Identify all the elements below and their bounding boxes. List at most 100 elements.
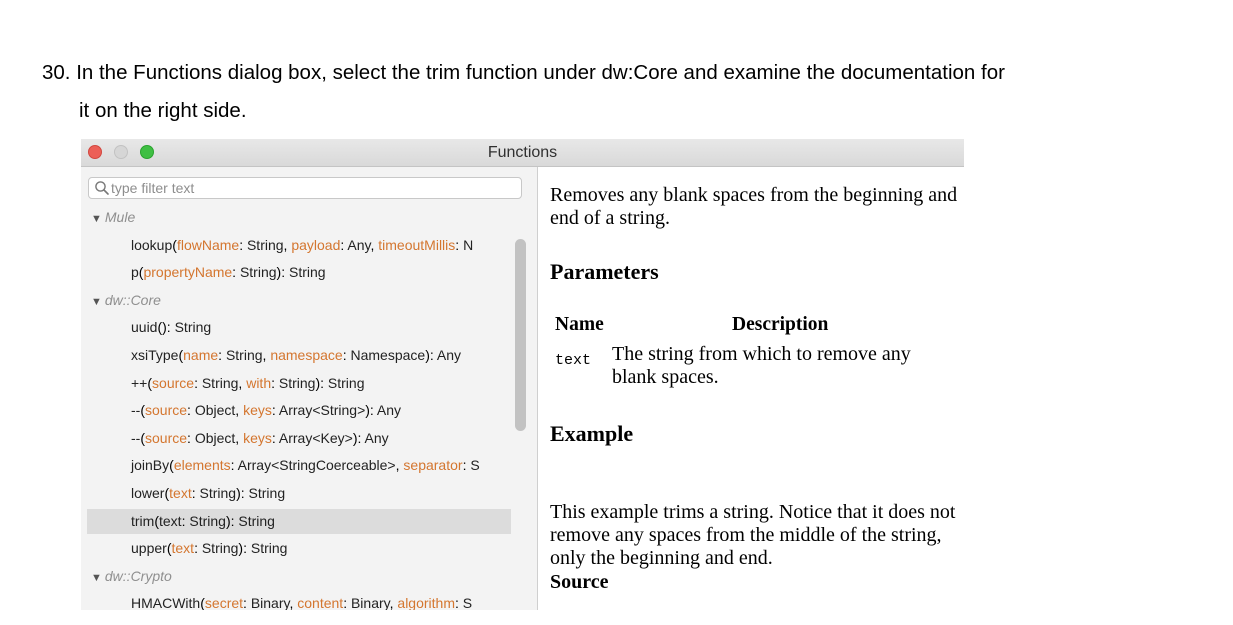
instruction-line-1: 30. In the Functions dialog box, select … bbox=[42, 61, 1005, 84]
function-item[interactable]: p(propertyName: String): String bbox=[87, 260, 511, 285]
function-item[interactable]: upper(text: String): String bbox=[87, 536, 511, 561]
disclosure-triangle-icon[interactable]: ▼ bbox=[91, 207, 102, 230]
param-table-description-header: Description bbox=[732, 314, 829, 335]
function-item[interactable]: --(source: Object, keys: Array<Key>): An… bbox=[87, 426, 511, 451]
function-name: upper bbox=[131, 540, 167, 557]
function-name: trim bbox=[131, 512, 155, 529]
function-item[interactable]: lower(text: String): String bbox=[87, 481, 511, 506]
param-name: separator bbox=[403, 457, 463, 474]
example-text: This example trims a string. Notice that… bbox=[550, 501, 956, 569]
param-type: Binary bbox=[350, 595, 390, 610]
param-type: Any bbox=[347, 236, 371, 253]
tree-group[interactable]: ▼ dw::Crypto bbox=[87, 564, 511, 589]
param-type: Namespace bbox=[350, 347, 426, 363]
param-name: content bbox=[297, 595, 344, 610]
function-item[interactable]: ++(source: String, with: String): String bbox=[87, 371, 511, 396]
filter-input[interactable] bbox=[111, 179, 511, 197]
param-type: N bbox=[463, 236, 474, 253]
param-name: text bbox=[555, 352, 592, 369]
function-item[interactable]: trim(text: String): String bbox=[87, 508, 511, 534]
param-type: String bbox=[246, 236, 284, 253]
param-name: text bbox=[171, 540, 195, 557]
param-name: source bbox=[145, 402, 188, 419]
function-item[interactable]: lookup(flowName: String, payload: Any, t… bbox=[87, 233, 511, 258]
function-name: uuid bbox=[131, 319, 158, 336]
group-label: Mule bbox=[104, 209, 136, 225]
function-list-pane: ▼Mulelookup(flowName: String, payload: A… bbox=[81, 167, 538, 610]
disclosure-triangle-icon[interactable]: ▼ bbox=[91, 290, 102, 313]
instruction-line-2: it on the right side. bbox=[79, 99, 247, 122]
instruction-text: 30. In the Functions dialog box, select … bbox=[42, 54, 1192, 130]
param-name: propertyName bbox=[143, 264, 233, 281]
param-name: with bbox=[246, 374, 272, 391]
return-type: Any bbox=[376, 402, 402, 419]
param-name: text bbox=[169, 485, 192, 501]
function-name: ++ bbox=[131, 374, 148, 391]
param-type: String bbox=[201, 374, 239, 391]
function-item[interactable]: xsiType(name: String, namespace: Namespa… bbox=[87, 343, 511, 368]
documentation-pane: Removes any blank spaces from the beginn… bbox=[538, 167, 964, 610]
param-type: Array<String> bbox=[278, 402, 366, 419]
param-name: keys bbox=[243, 402, 272, 419]
param-description: The string from which to remove any blan… bbox=[612, 343, 911, 388]
group-label: dw::Crypto bbox=[104, 567, 172, 584]
function-item[interactable]: --(source: Object, keys: Array<String>):… bbox=[87, 398, 511, 423]
param-name: algorithm bbox=[397, 595, 455, 610]
param-type: Array<StringCoerceable> bbox=[237, 457, 396, 474]
function-name: p bbox=[131, 264, 139, 281]
param-name: secret bbox=[204, 595, 244, 610]
param-name: timeoutMillis bbox=[378, 236, 456, 253]
return-type: String bbox=[174, 319, 212, 336]
return-type: String bbox=[327, 374, 365, 391]
function-name: joinBy bbox=[131, 457, 170, 474]
param-type: S bbox=[470, 457, 480, 474]
filter-search-box[interactable] bbox=[88, 177, 522, 199]
param-name: source bbox=[145, 429, 188, 446]
param-table-name-header: Name bbox=[555, 314, 604, 335]
return-type: String bbox=[288, 264, 326, 281]
source-heading: Source bbox=[550, 571, 609, 593]
functions-dialog: Functions ▼Mulelookup(flowName: String, … bbox=[81, 139, 964, 610]
tree-group[interactable]: ▼ Mule bbox=[87, 205, 511, 230]
return-type: Any bbox=[364, 429, 389, 446]
function-name: -- bbox=[131, 429, 141, 446]
function-name: xsiType bbox=[131, 347, 179, 363]
function-name: lookup bbox=[131, 236, 173, 253]
search-icon bbox=[95, 181, 109, 195]
group-label: dw::Core bbox=[104, 291, 161, 308]
function-name: -- bbox=[131, 402, 141, 419]
window-title: Functions bbox=[487, 144, 558, 161]
param-name: elements bbox=[173, 457, 231, 474]
param-type: S bbox=[462, 595, 473, 610]
function-item[interactable]: uuid(): String bbox=[87, 315, 511, 340]
param-type: Array<Key> bbox=[278, 429, 353, 446]
param-type: String bbox=[199, 485, 237, 501]
param-type: String bbox=[189, 512, 226, 529]
return-type: String bbox=[248, 485, 286, 501]
return-type: String bbox=[238, 512, 275, 529]
param-name: flowName bbox=[176, 236, 240, 253]
disclosure-triangle-icon[interactable]: ▼ bbox=[91, 566, 102, 589]
scrollbar-thumb[interactable] bbox=[515, 239, 526, 431]
tree-group[interactable]: ▼ dw::Core bbox=[87, 288, 511, 313]
function-name: HMACWith bbox=[131, 595, 201, 610]
param-type: String bbox=[225, 347, 263, 363]
param-type: String bbox=[278, 374, 316, 391]
function-item[interactable]: joinBy(elements: Array<StringCoerceable>… bbox=[87, 453, 511, 478]
param-name: keys bbox=[243, 429, 272, 446]
parameters-heading: Parameters bbox=[550, 259, 659, 284]
param-type: Object bbox=[194, 402, 236, 419]
return-type: Any bbox=[436, 347, 461, 363]
param-type: String bbox=[201, 540, 239, 557]
title-bar: Functions bbox=[81, 139, 964, 167]
function-name: lower bbox=[131, 485, 165, 501]
param-type: String bbox=[239, 264, 277, 281]
function-item[interactable]: HMACWith(secret: Binary, content: Binary… bbox=[87, 591, 511, 610]
param-type: Binary bbox=[250, 595, 290, 610]
example-heading: Example bbox=[550, 421, 634, 446]
function-description: Removes any blank spaces from the beginn… bbox=[550, 184, 958, 229]
param-type: Object bbox=[194, 429, 236, 446]
return-type: String bbox=[250, 540, 288, 557]
param-name: source bbox=[152, 374, 195, 391]
param-name: name bbox=[183, 347, 219, 363]
